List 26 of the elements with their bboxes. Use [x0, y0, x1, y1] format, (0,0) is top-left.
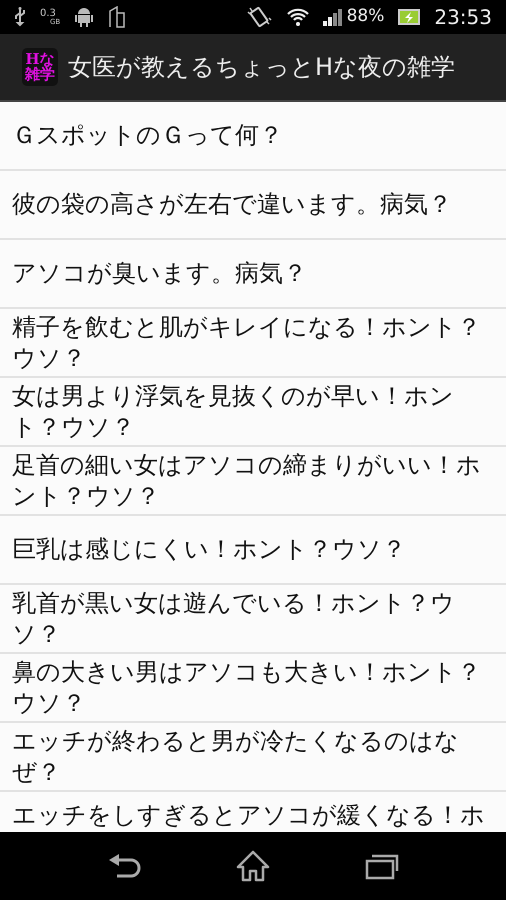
sim-card-icon	[108, 6, 126, 28]
list-item[interactable]: 乳首が黒い女は遊んでいる！ホント？ウソ？	[0, 585, 506, 654]
vibrate-icon	[246, 5, 273, 29]
list-item[interactable]: 鼻の大きい男はアソコも大きい！ホント？ウソ？	[0, 654, 506, 723]
app-title: 女医が教えるちょっとHな夜の雑学	[68, 52, 456, 83]
list-item[interactable]: 女は男より浮気を見抜くのが早い！ホント？ウソ？	[0, 378, 506, 447]
battery-percentage: 88%	[346, 5, 384, 28]
list-item[interactable]: 巨乳は感じにくい！ホント？ウソ？	[0, 516, 506, 585]
recent-apps-icon[interactable]	[364, 852, 399, 880]
wifi-icon	[286, 7, 309, 27]
back-icon[interactable]	[107, 853, 142, 879]
signal-icon	[322, 8, 343, 26]
storage-amount: 0.3	[40, 8, 57, 18]
usb-icon	[14, 7, 26, 27]
home-icon[interactable]	[236, 850, 270, 882]
clock: 23:53	[434, 4, 492, 31]
list-item[interactable]: エッチが終わると男が冷たくなるのはなぜ？	[0, 723, 506, 792]
android-icon	[74, 6, 94, 28]
list-item[interactable]: ＧスポットのＧって何？	[0, 102, 506, 171]
list-item[interactable]: 彼の袋の高さが左右で違います。病気？	[0, 171, 506, 240]
list-item[interactable]: 足首の細い女はアソコの締まりがいい！ホント？ウソ？	[0, 447, 506, 516]
list-item[interactable]: エッチをしすぎるとアソコが緩くなる！ホ	[0, 792, 506, 832]
battery-charging-icon	[398, 9, 420, 25]
app-icon[interactable]: Hな 雑学	[22, 48, 58, 86]
list-item[interactable]: アソコが臭います。病気？	[0, 240, 506, 309]
list-item[interactable]: 精子を飲むと肌がキレイになる！ホント？ウソ？	[0, 309, 506, 378]
